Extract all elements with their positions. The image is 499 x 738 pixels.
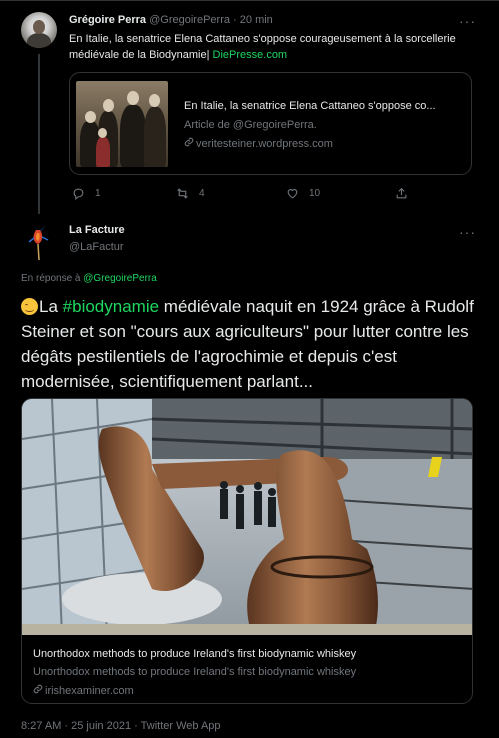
link-card-domain: irishexaminer.com: [33, 684, 134, 697]
link-card[interactable]: En Italie, la senatrice Elena Cattaneo s…: [69, 72, 472, 175]
more-icon[interactable]: ···: [459, 14, 476, 28]
tweet-timestamp[interactable]: 8:27 AM · 25 juin 2021 · Twitter Web App: [21, 720, 221, 732]
link-card-subtitle: Article de @GregoirePerra.: [184, 119, 317, 131]
link-icon: [33, 684, 43, 694]
link-card-subtitle: Unorthodox methods to produce Ireland's …: [33, 666, 357, 678]
author-name[interactable]: Grégoire Perra: [69, 14, 146, 26]
thread-line: [38, 54, 40, 214]
avatar[interactable]: [24, 220, 54, 262]
tweet-text: En Italie, la senatrice Elena Cattaneo s…: [69, 31, 469, 63]
reply-icon: [73, 188, 84, 200]
separator: ·: [233, 14, 237, 26]
author-handle[interactable]: @GregoirePerra: [149, 14, 230, 26]
tweet-text-start: La: [39, 297, 58, 316]
more-icon[interactable]: ···: [459, 225, 476, 239]
avatar[interactable]: [21, 12, 57, 48]
replying-prefix: En réponse à: [21, 273, 81, 284]
reply-count: 1: [95, 188, 101, 199]
link-card-title: Unorthodox methods to produce Ireland's …: [33, 648, 357, 660]
relieved-emoji-icon: [21, 298, 38, 315]
hashtag-link[interactable]: #biodynamie: [63, 297, 159, 316]
link-card-domain-text: veritesteiner.wordpress.com: [196, 138, 333, 150]
tweet-text: La #biodynamie médiévale naquit en 1924 …: [21, 294, 481, 394]
share-icon: [396, 187, 407, 199]
link-card-title: En Italie, la senatrice Elena Cattaneo s…: [184, 100, 436, 112]
like-icon: [287, 189, 298, 199]
share-action[interactable]: [395, 187, 418, 200]
link-icon: [184, 137, 194, 147]
replying-to-handle[interactable]: @GregoirePerra: [83, 273, 157, 284]
link-card-image: [22, 399, 472, 635]
retweet-count: 4: [199, 188, 205, 199]
author-name[interactable]: La Facture: [69, 224, 125, 236]
tweet-header: Grégoire Perra @GregoirePerra · 20 min: [69, 14, 273, 26]
replying-to: En réponse à @GregoirePerra: [21, 273, 157, 284]
top-divider: [0, 0, 499, 1]
tweet-link[interactable]: DiePresse.com: [213, 49, 288, 61]
retweet-icon: [177, 188, 188, 199]
link-card-image: [76, 81, 168, 167]
link-card[interactable]: Unorthodox methods to produce Ireland's …: [21, 398, 473, 704]
author-handle[interactable]: @LaFactur: [69, 241, 124, 253]
like-action[interactable]: 10: [286, 187, 320, 200]
tweet-time[interactable]: 20 min: [240, 14, 273, 26]
reply-action[interactable]: 1: [72, 187, 101, 200]
retweet-action[interactable]: 4: [176, 187, 205, 200]
link-card-domain: veritesteiner.wordpress.com: [184, 137, 333, 150]
link-card-domain-text: irishexaminer.com: [45, 685, 134, 697]
like-count: 10: [309, 188, 321, 199]
